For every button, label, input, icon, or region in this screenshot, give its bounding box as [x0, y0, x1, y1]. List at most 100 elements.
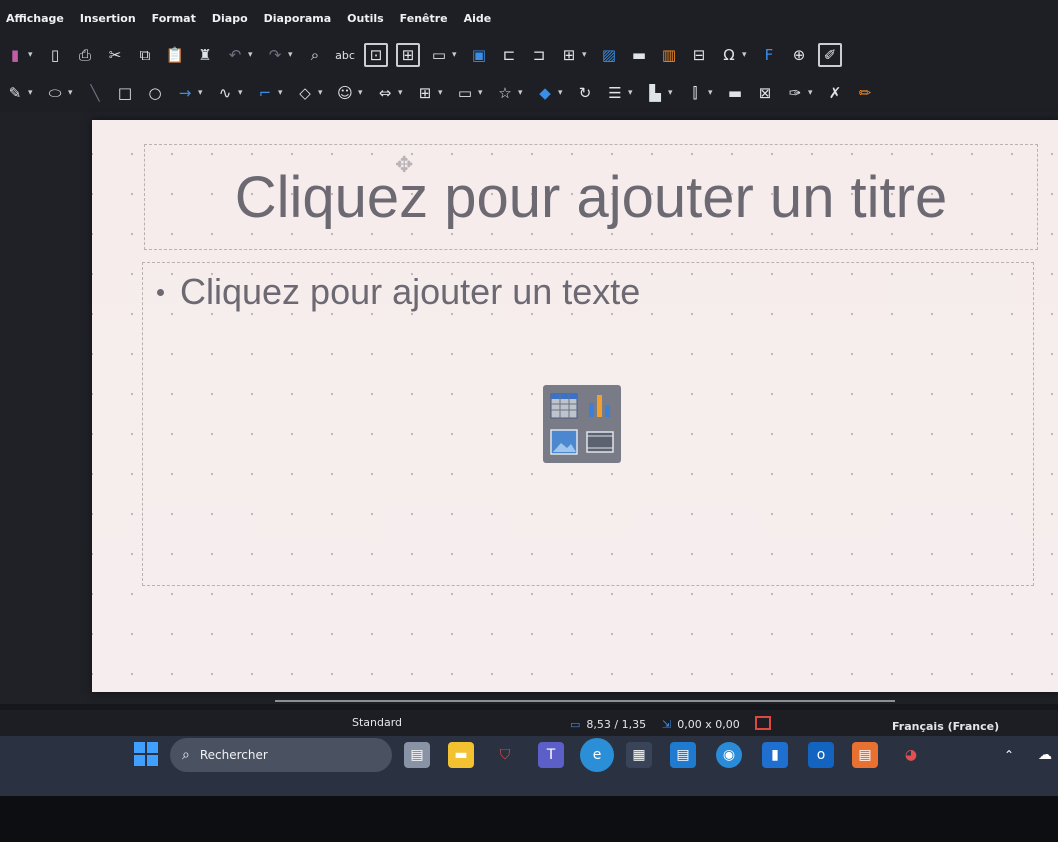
- insert-hyperlink-icon[interactable]: ⊕: [788, 44, 810, 66]
- arrange-icon[interactable]: ▙: [644, 82, 666, 104]
- store-icon[interactable]: ▦: [626, 742, 652, 768]
- chrome-app-icon[interactable]: ◉: [716, 742, 742, 768]
- insert-textbox-icon[interactable]: ⊟: [688, 44, 710, 66]
- display-views-icon[interactable]: ▭: [428, 44, 450, 66]
- find-replace-icon[interactable]: ⌕: [304, 44, 326, 66]
- symbol-shapes-icon[interactable]: ☺: [334, 82, 356, 104]
- edge-icon[interactable]: e: [580, 738, 614, 772]
- flowchart-dropdown-icon[interactable]: ▾: [438, 88, 446, 98]
- windows-start-icon[interactable]: [134, 742, 158, 770]
- helplines-icon[interactable]: ⊞: [396, 43, 420, 67]
- special-char-dropdown-icon[interactable]: ▾: [742, 50, 750, 60]
- menu-fenetre[interactable]: Fenêtre: [400, 12, 448, 25]
- line-arrow-icon[interactable]: →: [174, 82, 196, 104]
- crop-icon[interactable]: ⊠: [754, 82, 776, 104]
- curve-dropdown-icon[interactable]: ▾: [238, 88, 246, 98]
- insert-chart-icon[interactable]: ▥: [658, 44, 680, 66]
- save-icon[interactable]: ▮: [4, 44, 26, 66]
- file-explorer-icon[interactable]: ▬: [448, 742, 474, 768]
- spellcheck-button[interactable]: abc: [334, 44, 356, 66]
- menu-diaporama[interactable]: Diaporama: [264, 12, 332, 25]
- document-modified-icon[interactable]: [755, 716, 771, 730]
- rotate-icon[interactable]: ↻: [574, 82, 596, 104]
- display-grid-icon[interactable]: ⊡: [364, 43, 388, 67]
- undo-icon[interactable]: ↶: [224, 44, 246, 66]
- calendar-app-icon[interactable]: ▤: [670, 742, 696, 768]
- insert-table-placeholder-icon[interactable]: [549, 391, 579, 421]
- save-dropdown-icon[interactable]: ▾: [28, 50, 36, 60]
- print-icon[interactable]: ⎙: [74, 44, 96, 66]
- arrow-dropdown-icon[interactable]: ▾: [198, 88, 206, 98]
- fill-color-dropdown-icon[interactable]: ▾: [68, 88, 76, 98]
- 3d-objects-icon[interactable]: ◆: [534, 82, 556, 104]
- block-arrows-dropdown-icon[interactable]: ▾: [398, 88, 406, 98]
- content-placeholder-box[interactable]: Cliquez pour ajouter un texte: [142, 262, 1034, 586]
- impress-app-icon[interactable]: ▤: [852, 742, 878, 768]
- basic-shapes-dropdown-icon[interactable]: ▾: [318, 88, 326, 98]
- onedrive-icon[interactable]: ☁: [1032, 742, 1058, 768]
- table-dropdown-icon[interactable]: ▾: [582, 50, 590, 60]
- shadow-icon[interactable]: ▬: [724, 82, 746, 104]
- insert-image-icon[interactable]: ▨: [598, 44, 620, 66]
- arrange-dropdown-icon[interactable]: ▾: [668, 88, 676, 98]
- glue-points-icon[interactable]: ✏: [854, 82, 876, 104]
- insert-video-placeholder-icon[interactable]: [585, 427, 615, 457]
- cut-icon[interactable]: ✂: [104, 44, 126, 66]
- copy-icon[interactable]: ⧉: [134, 44, 156, 66]
- connector-icon[interactable]: ⌐: [254, 82, 276, 104]
- line-color-icon[interactable]: ✎: [4, 82, 26, 104]
- symbol-shapes-dropdown-icon[interactable]: ▾: [358, 88, 366, 98]
- undo-dropdown-icon[interactable]: ▾: [248, 50, 256, 60]
- office-app-icon[interactable]: ▮: [762, 742, 788, 768]
- stars-dropdown-icon[interactable]: ▾: [518, 88, 526, 98]
- distribute-dropdown-icon[interactable]: ▾: [708, 88, 716, 98]
- distribute-icon[interactable]: ⫿: [684, 82, 706, 104]
- 3d-dropdown-icon[interactable]: ▾: [558, 88, 566, 98]
- filter-dropdown-icon[interactable]: ▾: [808, 88, 816, 98]
- tray-chevron-icon[interactable]: ⌃: [996, 742, 1022, 768]
- views-dropdown-icon[interactable]: ▾: [452, 50, 460, 60]
- start-first-slide-icon[interactable]: ⊏: [498, 44, 520, 66]
- filter-icon[interactable]: ✑: [784, 82, 806, 104]
- align-dropdown-icon[interactable]: ▾: [628, 88, 636, 98]
- move-handle-icon[interactable]: ✥: [395, 153, 413, 178]
- status-layout-name[interactable]: Standard: [352, 716, 402, 729]
- basic-shapes-icon[interactable]: ◇: [294, 82, 316, 104]
- curve-icon[interactable]: ∿: [214, 82, 236, 104]
- mcafee-icon[interactable]: ⛉: [492, 742, 518, 768]
- planet-app-icon[interactable]: ◕: [898, 742, 924, 768]
- fontwork-icon[interactable]: F: [758, 44, 780, 66]
- redo-icon[interactable]: ↷: [264, 44, 286, 66]
- paste-icon[interactable]: 📋: [164, 44, 186, 66]
- menu-affichage[interactable]: Affichage: [6, 12, 64, 25]
- rectangle-icon[interactable]: □: [114, 82, 136, 104]
- new-document-icon[interactable]: ▯: [44, 44, 66, 66]
- line-color-dropdown-icon[interactable]: ▾: [28, 88, 36, 98]
- points-icon[interactable]: ✗: [824, 82, 846, 104]
- ellipse-icon[interactable]: ○: [144, 82, 166, 104]
- flowchart-icon[interactable]: ⊞: [414, 82, 436, 104]
- align-icon[interactable]: ☰: [604, 82, 626, 104]
- taskbar-search-box[interactable]: ⌕ Rechercher: [170, 738, 392, 772]
- task-view-icon[interactable]: ▤: [404, 742, 430, 768]
- callouts-dropdown-icon[interactable]: ▾: [478, 88, 486, 98]
- teams-icon[interactable]: T: [538, 742, 564, 768]
- special-character-icon[interactable]: Ω: [718, 44, 740, 66]
- callouts-icon[interactable]: ▭: [454, 82, 476, 104]
- insert-line-icon[interactable]: ╲: [84, 82, 106, 104]
- menu-format[interactable]: Format: [152, 12, 196, 25]
- slide-canvas[interactable]: ✥ Cliquez pour ajouter un titre Cliquez …: [92, 120, 1058, 692]
- menu-outils[interactable]: Outils: [347, 12, 384, 25]
- master-slide-icon[interactable]: ▣: [468, 44, 490, 66]
- show-draw-functions-icon[interactable]: ✐: [818, 43, 842, 67]
- insert-chart-placeholder-icon[interactable]: [585, 391, 615, 421]
- menu-aide[interactable]: Aide: [464, 12, 492, 25]
- menu-diapo[interactable]: Diapo: [212, 12, 248, 25]
- connector-dropdown-icon[interactable]: ▾: [278, 88, 286, 98]
- menu-insertion[interactable]: Insertion: [80, 12, 136, 25]
- outlook-icon[interactable]: o: [808, 742, 834, 768]
- block-arrows-icon[interactable]: ⇔: [374, 82, 396, 104]
- clone-formatting-icon[interactable]: ♜: [194, 44, 216, 66]
- stars-icon[interactable]: ☆: [494, 82, 516, 104]
- start-current-slide-icon[interactable]: ⊐: [528, 44, 550, 66]
